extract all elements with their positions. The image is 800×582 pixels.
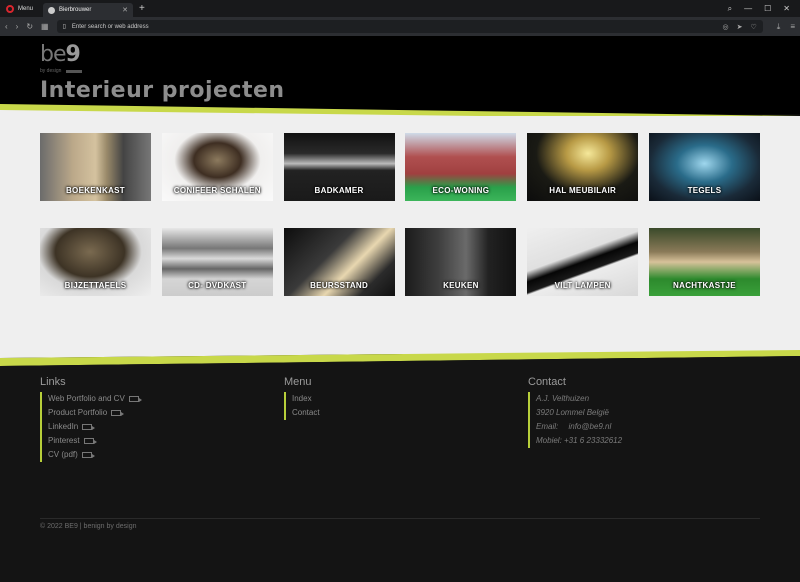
address-placeholder: Enter search or web address — [71, 23, 149, 30]
page: be9 by design Interieur projecten BOEKEN… — [0, 36, 800, 582]
contact-mobile: Mobiel: +31 6 23332612 — [536, 436, 623, 445]
external-link-icon — [111, 410, 125, 416]
project-tile[interactable]: NACHTKASTJE — [648, 228, 760, 296]
external-link-icon — [83, 438, 97, 444]
project-label: VILT LAMPEN — [554, 281, 611, 290]
external-link-icon — [81, 452, 95, 458]
logo-tagline: by design — [40, 68, 62, 74]
footer-contact-title: Contact — [528, 376, 566, 388]
copyright: © 2022 BE9 | benign by design — [40, 523, 137, 530]
project-tile[interactable]: BOEKENKAST — [40, 133, 151, 201]
project-label: KEUKEN — [443, 281, 479, 290]
logo-bar — [66, 70, 82, 73]
address-toolbar: ‹ › ↻ ▦ ▯ Enter search or web address ◎ … — [0, 17, 800, 36]
project-tile[interactable]: ECO-WONING — [405, 133, 517, 201]
footer-links-list: Web Portfolio and CV Product Portfolio L… — [40, 392, 142, 462]
footer-link[interactable]: LinkedIn — [48, 420, 139, 434]
project-tile[interactable]: TEGELS — [648, 133, 760, 201]
contact-name: A.J. Velthuizen — [536, 394, 590, 403]
project-tile[interactable]: KEUKEN — [405, 228, 517, 296]
send-icon[interactable]: ➤ — [737, 23, 743, 31]
project-label: BADKAMER — [314, 186, 364, 195]
opera-logo-icon — [6, 4, 14, 13]
maximize-icon[interactable]: ☐ — [764, 4, 771, 13]
contact-email-link[interactable]: info@be9.nl — [568, 420, 611, 434]
project-label: NACHTKASTJE — [673, 281, 736, 290]
page-title: Interieur projecten — [40, 78, 285, 103]
logo-text: be — [40, 42, 66, 67]
contact-email-label: Email: — [536, 422, 559, 431]
bookmark-heart-icon[interactable]: ♡ — [751, 23, 757, 31]
project-tile[interactable]: CONIFEER SCHALEN — [161, 133, 273, 201]
tab-favicon-icon — [48, 6, 56, 14]
external-link-icon — [128, 396, 142, 402]
back-icon[interactable]: ‹ — [5, 22, 8, 31]
footer-links-title: Links — [40, 376, 66, 388]
project-label: CONIFEER SCHALEN — [173, 186, 261, 195]
close-window-icon[interactable]: ✕ — [783, 4, 790, 13]
project-label: ECO-WONING — [432, 186, 490, 195]
snapshot-icon[interactable]: ◎ — [723, 23, 729, 31]
forward-icon[interactable]: › — [16, 22, 19, 31]
footer-divider — [40, 518, 760, 519]
external-link-icon — [82, 424, 96, 430]
project-label: BIJZETTAFELS — [64, 281, 127, 290]
bottom-accent-band — [0, 346, 800, 366]
project-tile[interactable]: BEURSSTAND — [283, 228, 395, 296]
reload-icon[interactable]: ↻ — [26, 22, 33, 31]
project-tile[interactable]: VILT LAMPEN — [527, 228, 639, 296]
footer-link[interactable]: Web Portfolio and CV — [48, 392, 142, 406]
tab-close-icon[interactable]: ✕ — [122, 6, 128, 14]
contact-email-row: Email: info@be9.nl — [536, 420, 622, 434]
footer-link-label: Pinterest — [48, 436, 80, 445]
footer-menu-title: Menu — [284, 376, 312, 388]
footer-link-label: Web Portfolio and CV — [48, 394, 125, 403]
footer-link-label: CV (pdf) — [48, 450, 78, 459]
logo-nine: 9 — [65, 42, 81, 67]
project-tile[interactable]: HAL MEUBILAIR — [527, 133, 639, 201]
footer-menu-item[interactable]: Index — [292, 392, 320, 406]
footer-menu-label: Contact — [292, 408, 320, 417]
footer-link-label: Product Portfolio — [48, 408, 108, 417]
download-icon[interactable]: ⤓ — [777, 22, 781, 32]
project-tile[interactable]: CD- DVDKAST — [161, 228, 273, 296]
footer-menu-item[interactable]: Contact — [292, 406, 320, 420]
footer-contact-column: Contact A.J. Velthuizen 3920 Lommel Belg… — [528, 376, 622, 448]
project-label: BEURSSTAND — [310, 281, 369, 290]
browser-menu-label: Menu — [18, 5, 34, 12]
window-controls: ⌕ — ☐ ✕ — [728, 0, 800, 17]
project-tile[interactable]: BIJZETTAFELS — [40, 228, 151, 296]
new-tab-icon[interactable]: + — [139, 3, 145, 14]
project-grid: BOEKENKAST CONIFEER SCHALEN BADKAMER ECO… — [40, 133, 760, 296]
tabs-grid-icon[interactable]: ▦ — [41, 22, 49, 31]
project-tile[interactable]: BADKAMER — [283, 133, 395, 201]
contact-address: 3920 Lommel België — [536, 408, 609, 417]
project-label: HAL MEUBILAIR — [549, 186, 617, 195]
easy-setup-icon[interactable]: ≡ — [790, 22, 795, 32]
project-label: BOEKENKAST — [65, 186, 125, 195]
project-label: CD- DVDKAST — [188, 281, 247, 290]
footer-menu-label: Index — [292, 394, 312, 403]
footer-link[interactable]: Product Portfolio — [48, 406, 139, 420]
project-label: TEGELS — [687, 186, 722, 195]
footer-menu-list: Index Contact — [284, 392, 320, 420]
browser-tab-bar: Menu Bierbrouwer ✕ + ⌕ — ☐ ✕ — [0, 0, 800, 17]
footer-link[interactable]: Pinterest — [48, 434, 139, 448]
search-tabs-icon[interactable]: ⌕ — [728, 4, 732, 14]
footer-link[interactable]: CV (pdf) — [48, 448, 139, 462]
footer-menu-column: Menu Index Contact — [284, 376, 320, 420]
minimize-icon[interactable]: — — [744, 4, 752, 13]
footer-links-column: Links Web Portfolio and CV Product Portf… — [40, 376, 142, 462]
site-logo[interactable]: be9 — [40, 42, 81, 67]
tab-title: Bierbrouwer — [59, 7, 92, 13]
browser-menu-button[interactable]: Menu — [0, 0, 39, 17]
footer-contact-list: A.J. Velthuizen 3920 Lommel België Email… — [528, 392, 622, 448]
site-footer: Links Web Portfolio and CV Product Portf… — [0, 366, 800, 582]
footer-link-label: LinkedIn — [48, 422, 79, 431]
browser-tab[interactable]: Bierbrouwer ✕ — [43, 3, 134, 17]
page-icon: ▯ — [62, 24, 66, 30]
address-field[interactable]: ▯ Enter search or web address ◎ ➤ ♡ — [56, 20, 763, 33]
